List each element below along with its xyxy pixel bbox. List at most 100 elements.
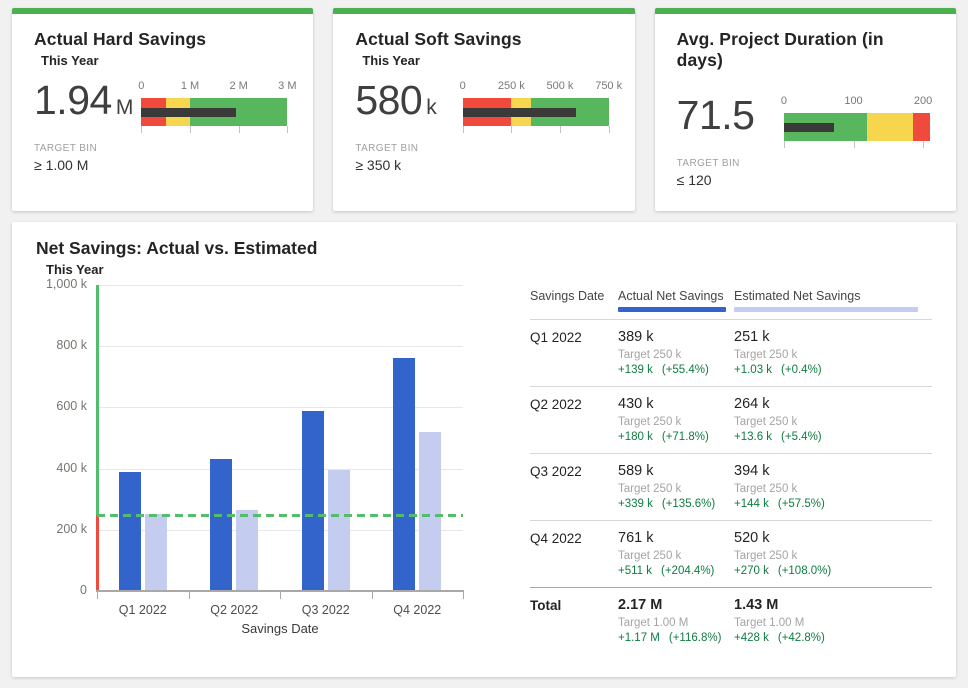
table-row[interactable]: Q4 2022 761 k Target 250 k +511 k(+204.4… <box>530 521 932 588</box>
x-axis-tick <box>280 592 281 599</box>
bar-actual[interactable] <box>210 459 232 591</box>
x-axis-line <box>96 590 464 592</box>
bar-actual[interactable] <box>302 411 324 591</box>
table-cell: 761 k Target 250 k +511 k(+204.4%) <box>618 530 734 577</box>
kpi-dashboard: { "page": {"background": "#F1F1F1", "car… <box>0 0 968 688</box>
column-header-underline <box>734 307 918 312</box>
chart-title: Net Savings: Actual vs. Estimated <box>36 238 932 259</box>
bullet-measure-bar <box>141 108 235 117</box>
column-header-underline <box>618 307 726 312</box>
row-label: Total <box>530 597 618 644</box>
table-column-header: Estimated Net Savings <box>734 289 932 319</box>
bullet-axis-tick <box>463 126 464 133</box>
kpi-value: 580k <box>355 80 436 122</box>
kpi-unit: M <box>116 96 133 119</box>
bullet-bar <box>784 113 930 141</box>
table-row[interactable]: Q2 2022 430 k Target 250 k +180 k(+71.8%… <box>530 387 932 454</box>
bullet-axis-tick <box>609 126 610 133</box>
cell-change-pct: (+0.4%) <box>781 364 822 376</box>
kpi-card-2[interactable]: Actual Soft Savings This Year 580k 0250 … <box>333 8 634 211</box>
x-axis-tick <box>189 592 190 599</box>
table-row[interactable]: Q1 2022 389 k Target 250 k +139 k(+55.4%… <box>530 320 932 387</box>
bullet-axis-tick <box>190 126 191 133</box>
cell-change: +144 k(+57.5%) <box>734 498 932 510</box>
bar-actual[interactable] <box>393 358 415 591</box>
cell-change-pct: (+71.8%) <box>662 431 709 443</box>
bullet-axis-tick <box>287 126 288 133</box>
y-axis-tick-label: 600 k <box>27 399 87 413</box>
bullet-range <box>913 113 930 141</box>
target-bin-value: ≥ 350 k <box>355 157 608 173</box>
bullet-axis-tick <box>923 141 924 148</box>
bar-actual[interactable] <box>119 472 141 591</box>
cell-value: 1.43 M <box>734 597 932 613</box>
bullet-chart[interactable]: 01 M2 M3 M <box>141 80 287 126</box>
y-axis-tick-label: 800 k <box>27 338 87 352</box>
cell-change: +511 k(+204.4%) <box>618 565 734 577</box>
bullet-axis-tick <box>784 141 785 148</box>
bullet-measure-bar <box>463 108 576 117</box>
cell-change: +180 k(+71.8%) <box>618 431 734 443</box>
plot-area: 0200 k400 k600 k800 k1,000 kQ1 2022Q2 20… <box>97 285 463 591</box>
bullet-chart[interactable]: 0100200 <box>784 95 930 141</box>
x-axis-category-label: Q1 2022 <box>119 603 167 617</box>
x-axis-tick <box>372 592 373 599</box>
kpi-unit: k <box>426 96 436 119</box>
bullet-axis-tick <box>239 126 240 133</box>
table-row[interactable]: Total 2.17 M Target 1.00 M +1.17 M(+116.… <box>530 588 932 654</box>
bar-estimated[interactable] <box>419 432 441 591</box>
cell-target: Target 250 k <box>734 349 932 361</box>
kpi-card-1[interactable]: Actual Hard Savings This Year 1.94M 01 M… <box>12 8 313 211</box>
bullet-axis-tick <box>141 126 142 133</box>
bullet-axis: 01 M2 M3 M <box>141 80 287 96</box>
bar-estimated[interactable] <box>236 510 258 591</box>
gridline <box>97 346 463 347</box>
cell-change-pct: (+42.8%) <box>778 632 825 644</box>
cell-change: +13.6 k(+5.4%) <box>734 431 932 443</box>
bullet-axis: 0250 k500 k750 k <box>463 80 609 96</box>
bullet-axis-label: 0 <box>460 80 466 92</box>
cell-target: Target 1.00 M <box>618 617 734 629</box>
target-bin-label: TARGET BIN <box>34 143 287 154</box>
savings-table: Savings Date Actual Net Savings Estimate… <box>504 279 932 654</box>
table-cell: 389 k Target 250 k +139 k(+55.4%) <box>618 329 734 376</box>
cell-change: +139 k(+55.4%) <box>618 364 734 376</box>
row-label: Q2 2022 <box>530 396 618 443</box>
y-axis-tick-label: 400 k <box>27 461 87 475</box>
cell-value: 264 k <box>734 396 932 412</box>
table-cell: 589 k Target 250 k +339 k(+135.6%) <box>618 463 734 510</box>
bar-estimated[interactable] <box>145 514 167 591</box>
table-row[interactable]: Q3 2022 589 k Target 250 k +339 k(+135.6… <box>530 454 932 521</box>
kpi-card-3[interactable]: Avg. Project Duration (in days) 71.5 010… <box>655 8 956 211</box>
card-title: Actual Soft Savings <box>355 29 608 50</box>
cell-target: Target 250 k <box>618 483 734 495</box>
target-bin-value: ≤ 120 <box>677 172 930 188</box>
bullet-axis-label: 750 k <box>595 80 622 92</box>
target-line <box>97 514 463 517</box>
table-cell: 2.17 M Target 1.00 M +1.17 M(+116.8%) <box>618 597 734 644</box>
cell-target: Target 250 k <box>618 550 734 562</box>
x-axis-tick <box>463 592 464 599</box>
net-savings-panel[interactable]: Net Savings: Actual vs. Estimated This Y… <box>12 222 956 677</box>
cell-target: Target 250 k <box>734 416 932 428</box>
x-axis-category-label: Q4 2022 <box>393 603 441 617</box>
bullet-axis-label: 200 <box>914 95 932 107</box>
bullet-axis-label: 0 <box>781 95 787 107</box>
bullet-chart[interactable]: 0250 k500 k750 k <box>463 80 609 126</box>
bullet-axis-label: 3 M <box>278 80 296 92</box>
y-axis-above-target <box>96 285 99 515</box>
x-axis-category-label: Q3 2022 <box>302 603 350 617</box>
bullet-axis-label: 1 M <box>181 80 199 92</box>
cell-target: Target 250 k <box>734 483 932 495</box>
cell-change-pct: (+57.5%) <box>778 498 825 510</box>
card-title: Avg. Project Duration (in days) <box>677 29 930 71</box>
cell-change-pct: (+108.0%) <box>778 565 831 577</box>
x-axis-title: Savings Date <box>97 621 463 636</box>
table-column-header: Actual Net Savings <box>618 289 734 319</box>
cell-value: 389 k <box>618 329 734 345</box>
cell-change: +428 k(+42.8%) <box>734 632 932 644</box>
bar-estimated[interactable] <box>328 470 350 591</box>
bar-chart[interactable]: 0200 k400 k600 k800 k1,000 kQ1 2022Q2 20… <box>36 279 504 649</box>
bullet-axis: 0100200 <box>784 95 930 111</box>
y-axis-below-target <box>96 515 99 592</box>
